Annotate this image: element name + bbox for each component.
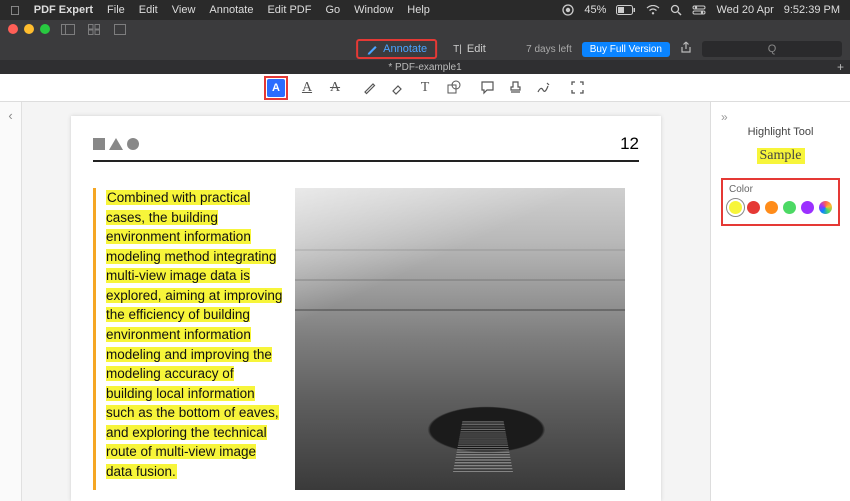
color-swatch-yellow[interactable] — [729, 201, 742, 214]
control-center-icon[interactable] — [692, 5, 706, 15]
header-shapes-icon — [93, 138, 139, 150]
mac-menubar:  PDF Expert File Edit View Annotate Edi… — [0, 0, 850, 20]
window-minimize-button[interactable] — [24, 24, 34, 34]
screen-record-icon[interactable] — [562, 4, 574, 16]
menu-window[interactable]: Window — [354, 4, 393, 16]
strikethrough-tool[interactable]: A — [326, 79, 344, 97]
annotate-mode-button[interactable]: Annotate — [356, 39, 437, 59]
menu-edit[interactable]: Edit — [139, 4, 158, 16]
page-number: 12 — [620, 134, 639, 154]
apple-menu-icon[interactable]:  — [10, 3, 20, 18]
page-photo — [295, 188, 625, 490]
menu-go[interactable]: Go — [325, 4, 340, 16]
page-viewport[interactable]: 12 Combined with practical cases, the bu… — [22, 102, 710, 501]
window-maximize-button[interactable] — [40, 24, 50, 34]
new-tab-button[interactable]: + — [837, 60, 844, 74]
highlight-tool[interactable]: A — [264, 76, 288, 100]
inspector-panel: » Highlight Tool Sample Color — [710, 102, 850, 501]
edit-mode-button[interactable]: T| Edit — [445, 41, 494, 57]
text-tool[interactable]: T — [416, 79, 434, 97]
edit-label: Edit — [467, 43, 486, 55]
color-swatch-custom[interactable] — [819, 201, 832, 214]
menu-view[interactable]: View — [172, 4, 196, 16]
menubar-time[interactable]: 9:52:39 PM — [784, 4, 840, 16]
document-tab[interactable]: * PDF-example1 — [388, 62, 461, 73]
color-picker: Color — [721, 178, 840, 226]
thumbnails-icon[interactable] — [86, 21, 102, 37]
window-titlebar — [0, 20, 850, 38]
highlight-sample: Sample — [757, 148, 805, 164]
battery-icon[interactable] — [616, 5, 636, 15]
menu-help[interactable]: Help — [407, 4, 430, 16]
trial-days-label: 7 days left — [526, 44, 572, 55]
note-tool[interactable] — [478, 79, 496, 97]
share-icon[interactable] — [680, 41, 692, 57]
panel-title: Highlight Tool — [721, 126, 840, 138]
fullscreen-tool[interactable] — [568, 79, 586, 97]
app-name[interactable]: PDF Expert — [34, 4, 93, 16]
color-label: Color — [729, 184, 832, 195]
color-swatch-orange[interactable] — [765, 201, 778, 214]
search-icon: Q — [768, 43, 777, 55]
paragraph-text: Combined with practical cases, the build… — [106, 190, 282, 479]
sidebar-toggle-icon[interactable] — [60, 21, 76, 37]
workspace: ‹ 12 Combined with practical cases, the … — [0, 102, 850, 501]
window-close-button[interactable] — [8, 24, 18, 34]
pen-tool[interactable] — [360, 79, 378, 97]
highlighted-paragraph[interactable]: Combined with practical cases, the build… — [93, 188, 283, 490]
menu-annotate[interactable]: Annotate — [209, 4, 253, 16]
color-swatch-red[interactable] — [747, 201, 760, 214]
left-gutter: ‹ — [0, 102, 22, 501]
panel-collapse-icon[interactable]: » — [721, 110, 840, 124]
color-swatch-purple[interactable] — [801, 201, 814, 214]
stamp-tool[interactable] — [506, 79, 524, 97]
menu-file[interactable]: File — [107, 4, 125, 16]
underline-tool[interactable]: A — [298, 79, 316, 97]
traffic-lights — [8, 24, 50, 34]
search-field[interactable]: Q — [702, 41, 842, 57]
pdf-page: 12 Combined with practical cases, the bu… — [71, 116, 661, 501]
main-toolbar: Annotate T| Edit 7 days left Buy Full Ve… — [0, 38, 850, 60]
battery-percent: 45% — [584, 4, 606, 16]
shape-tool[interactable] — [444, 79, 462, 97]
spotlight-icon[interactable] — [670, 4, 682, 16]
buy-full-version-button[interactable]: Buy Full Version — [582, 42, 670, 57]
annotate-label: Annotate — [383, 43, 427, 55]
wifi-icon[interactable] — [646, 5, 660, 15]
eraser-tool[interactable] — [388, 79, 406, 97]
view-mode-icon[interactable] — [112, 21, 128, 37]
menubar-date[interactable]: Wed 20 Apr — [716, 4, 773, 16]
annotate-toolbar: A A A T — [0, 74, 850, 102]
back-icon[interactable]: ‹ — [8, 108, 12, 123]
signature-tool[interactable] — [534, 79, 552, 97]
tab-bar: * PDF-example1 + — [0, 60, 850, 74]
menu-edit-pdf[interactable]: Edit PDF — [267, 4, 311, 16]
color-swatch-green[interactable] — [783, 201, 796, 214]
